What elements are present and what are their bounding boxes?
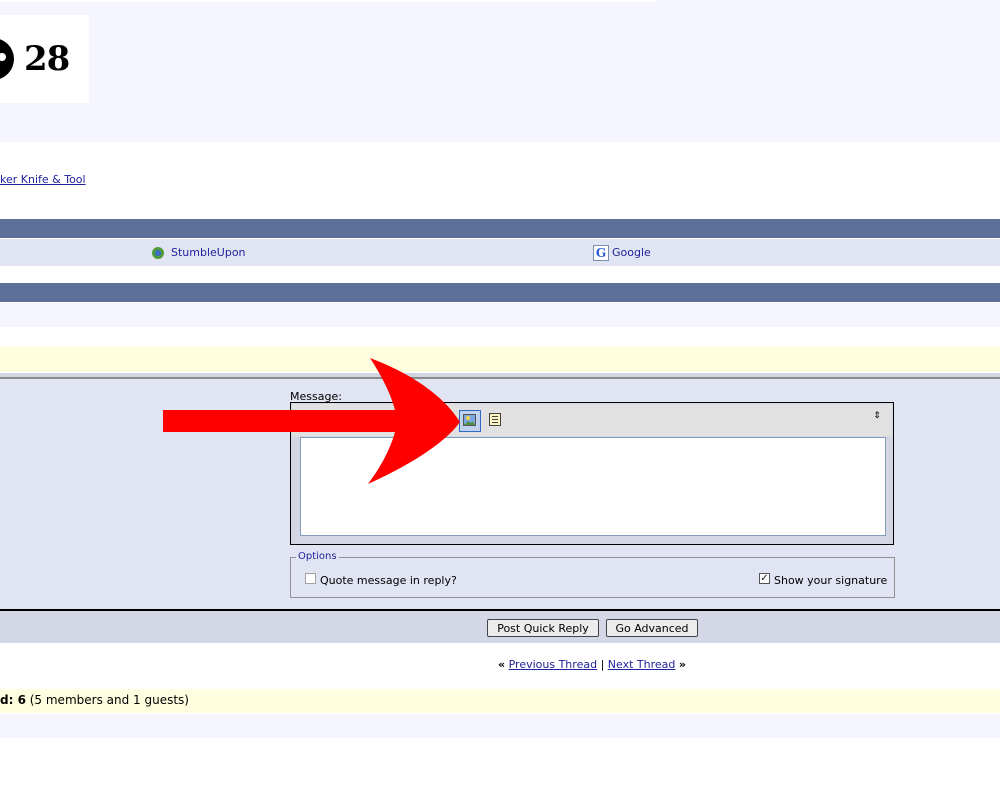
top-strip [0,0,655,2]
logo-number: 28 [24,39,70,79]
quote-icon-line [492,419,498,420]
viewers-text: d: 6 (5 members and 1 guests) [0,693,189,707]
options-legend: Options [296,551,339,562]
quote-icon-line [492,416,498,417]
section-row [0,303,1000,327]
viewers-count: d: 6 [0,693,26,707]
quote-message-checkbox[interactable] [305,573,316,584]
show-signature-label[interactable]: Show your signature [774,574,887,587]
bottom-row [0,714,1000,738]
bookmarks-row [0,239,1000,266]
google-link[interactable]: Google [612,246,651,259]
google-icon[interactable]: G [593,245,609,261]
stumbleupon-link[interactable]: StumbleUpon [171,246,246,259]
go-advanced-button[interactable]: Go Advanced [606,619,698,637]
viewers-detail: (5 members and 1 guests) [25,693,189,707]
nav-left-quote: « [498,658,506,671]
quote-icon-line [492,422,498,423]
nav-separator: | [600,658,605,671]
quote-message-label[interactable]: Quote message in reply? [320,574,457,587]
thread-navigation: « Previous Thread | Next Thread » [498,658,686,671]
previous-thread-link[interactable]: Previous Thread [509,658,597,671]
resize-editor-icon[interactable]: ⇕ [872,411,882,421]
nav-right-quote: » [678,658,686,671]
post-quick-reply-button[interactable]: Post Quick Reply [487,619,599,637]
next-thread-link[interactable]: Next Thread [608,658,676,671]
show-signature-checkbox[interactable]: ✓ [759,573,770,584]
annotation-arrow-icon [163,358,460,484]
highlight-row [0,346,1000,372]
stumbleupon-icon-inner [155,250,161,256]
breadcrumb-forum-link[interactable]: ker Knife & Tool [0,173,86,186]
bookmarks-header [0,219,1000,238]
header-band [0,0,1000,142]
section-header [0,283,1000,302]
